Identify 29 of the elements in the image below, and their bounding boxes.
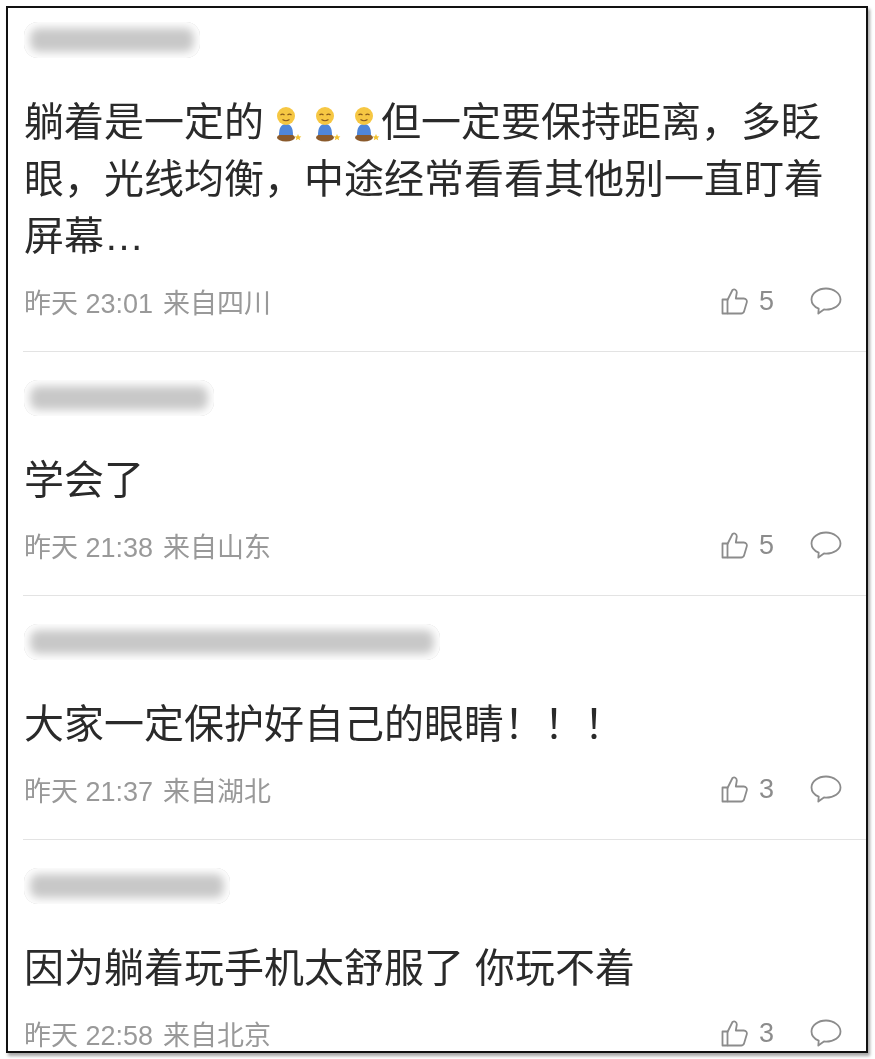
thumbs-up-icon[interactable]	[720, 1019, 749, 1047]
comment-text: 因为躺着玩手机太舒服了 你玩不着	[24, 946, 636, 990]
comment-location: 来自北京	[163, 1019, 272, 1053]
comment-location: 来自湖北	[163, 775, 272, 809]
comment-text: 但一定要保持距离，多眨	[381, 100, 821, 144]
sitting-figure-emoji-icon	[313, 106, 341, 142]
like-count: 5	[758, 285, 774, 317]
comment-location: 来自四川	[163, 287, 272, 321]
speech-bubble-icon[interactable]	[810, 531, 842, 559]
like-count: 3	[758, 1017, 774, 1049]
comment-text: 大家一定保护好自己的眼睛！！！	[24, 702, 624, 746]
comment-time: 昨天 23:01	[24, 287, 154, 321]
comment-text: 眼，光线均衡，中途经常看看其他别一直盯着屏幕…	[24, 157, 824, 258]
speech-bubble-icon[interactable]	[810, 1019, 842, 1047]
comment-location: 来自山东	[163, 531, 272, 565]
speech-bubble-icon[interactable]	[810, 775, 842, 803]
like-count: 3	[758, 773, 774, 805]
like-count: 5	[758, 529, 774, 561]
comment-time: 昨天 21:37	[24, 775, 154, 809]
thumbs-up-icon[interactable]	[720, 531, 749, 559]
sitting-figure-emoji-icon	[274, 106, 302, 142]
comment-time: 昨天 22:58	[24, 1019, 154, 1053]
sitting-figure-emoji-icon	[352, 106, 380, 142]
comment-time: 昨天 21:38	[24, 531, 154, 565]
thumbs-up-icon[interactable]	[720, 775, 749, 803]
thumbs-up-icon[interactable]	[720, 287, 749, 315]
comment-text: 学会了	[24, 458, 144, 502]
speech-bubble-icon[interactable]	[810, 287, 842, 315]
comment-text: 躺着是一定的	[24, 100, 264, 144]
